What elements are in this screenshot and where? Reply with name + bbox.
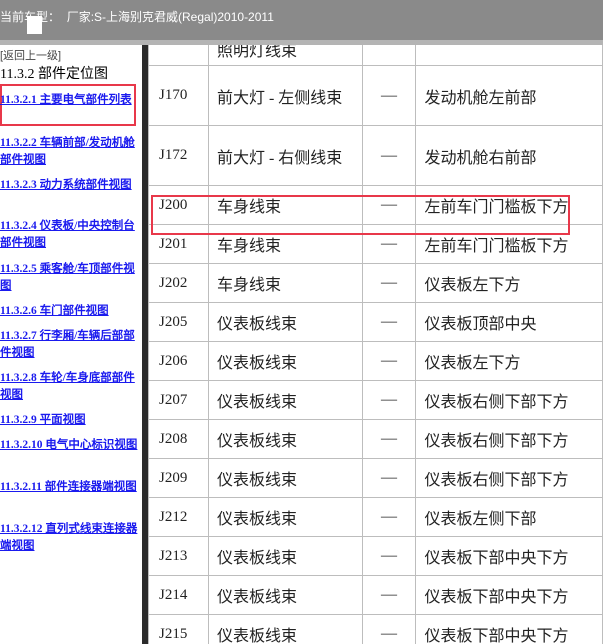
cell-location: 仪表板右侧下部下方 (415, 380, 603, 420)
cell-harness-name: 仪表板线束 (207, 302, 363, 342)
cell-connector-id: J201 (148, 224, 209, 264)
cell-harness-name: 仪表板线束 (207, 497, 363, 537)
table-row: J213 仪表板线束 — 仪表板下部中央下方 (148, 536, 603, 576)
cell-location: 仪表板右侧下部下方 (415, 419, 603, 459)
cell-connector-id (148, 45, 209, 66)
window-control-icon[interactable] (27, 16, 42, 34)
cell-connector-id: J214 (148, 575, 209, 615)
cell-option: — (361, 263, 417, 303)
cell-location: 仪表板下部中央下方 (415, 575, 603, 615)
cell-location: 仪表板左下方 (415, 341, 603, 381)
table-row: J214 仪表板线束 — 仪表板下部中央下方 (148, 575, 603, 615)
cell-location: 仪表板顶部中央 (415, 302, 603, 342)
cell-connector-id: J206 (148, 341, 209, 381)
cell-option: — (361, 497, 417, 537)
cell-option: — (361, 125, 417, 186)
cell-connector-id: J212 (148, 497, 209, 537)
cell-connector-id: J202 (148, 263, 209, 303)
cell-option: — (361, 380, 417, 420)
table-row: J205 仪表板线束 — 仪表板顶部中央 (148, 302, 603, 342)
table-row: J201 车身线束 — 左前车门门槛板下方 (148, 224, 603, 264)
sidebar-item-front-engine-view[interactable]: 11.3.2.2 车辆前部/发动机舱部件视图 (0, 135, 140, 169)
sidebar-item-powertrain-view[interactable]: 11.3.2.3 动力系统部件视图 (0, 177, 140, 194)
cell-connector-id: J213 (148, 536, 209, 576)
sidebar-item-plan-view[interactable]: 11.3.2.9 平面视图 (0, 412, 140, 429)
cell-harness-name: 车身线束 (207, 185, 363, 225)
sidebar-item-dashboard-console-view[interactable]: 11.3.2.4 仪表板/中央控制台部件视图 (0, 218, 140, 252)
sidebar-item-trunk-rear-view[interactable]: 11.3.2.7 行李厢/车辆后部部件视图 (0, 328, 140, 362)
cell-connector-id: J170 (148, 65, 209, 126)
parts-table: 照明灯线束 J170 前大灯 - 左侧线束 — 发动机舱左前部 J172 前大灯… (148, 45, 603, 644)
cell-harness-name: 仪表板线束 (207, 419, 363, 459)
cell-connector-id: J208 (148, 419, 209, 459)
table-row: J202 车身线束 — 仪表板左下方 (148, 263, 603, 303)
cell-harness-name: 仪表板线束 (207, 458, 363, 498)
table-row: J208 仪表板线束 — 仪表板右侧下部下方 (148, 419, 603, 459)
table-row: 照明灯线束 (148, 45, 603, 66)
cell-connector-id: J209 (148, 458, 209, 498)
cell-connector-id: J172 (148, 125, 209, 186)
cell-location: 发动机舱右前部 (415, 125, 603, 186)
cell-option: — (361, 302, 417, 342)
sidebar-item-connector-end-view[interactable]: 11.3.2.11 部件连接器端视图 (0, 479, 140, 496)
cell-location: 仪表板左侧下部 (415, 497, 603, 537)
cell-connector-id: J207 (148, 380, 209, 420)
cell-location: 左前车门门槛板下方 (415, 185, 603, 225)
cell-harness-name: 仪表板线束 (207, 614, 363, 644)
cell-connector-id: J200 (148, 185, 209, 225)
cell-location: 左前车门门槛板下方 (415, 224, 603, 264)
cell-option: — (361, 614, 417, 644)
table-row: J200 车身线束 — 左前车门门槛板下方 (148, 185, 603, 225)
sidebar-item-wheel-underbody-view[interactable]: 11.3.2.8 车轮/车身底部部件视图 (0, 370, 140, 404)
sidebar-item-electrical-center-view[interactable]: 11.3.2.10 电气中心标识视图 (0, 437, 140, 454)
cell-harness-name: 仪表板线束 (207, 575, 363, 615)
cell-option (361, 45, 417, 66)
table-row: J209 仪表板线束 — 仪表板右侧下部下方 (148, 458, 603, 498)
cell-option: — (361, 575, 417, 615)
table-row: J207 仪表板线束 — 仪表板右侧下部下方 (148, 380, 603, 420)
cell-option: — (361, 458, 417, 498)
main-content: 照明灯线束 J170 前大灯 - 左侧线束 — 发动机舱左前部 J172 前大灯… (148, 45, 603, 644)
table-row: J212 仪表板线束 — 仪表板左侧下部 (148, 497, 603, 537)
sidebar-item-inline-connector-view[interactable]: 11.3.2.12 直列式线束连接器端视图 (0, 521, 140, 555)
table-row: J206 仪表板线束 — 仪表板左下方 (148, 341, 603, 381)
cell-connector-id: J215 (148, 614, 209, 644)
table-row: J215 仪表板线束 — 仪表板下部中央下方 (148, 614, 603, 644)
sidebar-item-cabin-roof-view[interactable]: 11.3.2.5 乘客舱/车顶部件视图 (0, 261, 140, 295)
cell-harness-name: 前大灯 - 左侧线束 (207, 65, 363, 126)
cell-harness-name: 照明灯线束 (207, 45, 363, 66)
cell-harness-name: 仪表板线束 (207, 380, 363, 420)
app-window: 当前车型： 厂家:S-上海别克君威(Regal)2010-2011 [返回上一级… (0, 0, 603, 644)
sidebar-item-door-view[interactable]: 11.3.2.6 车门部件视图 (0, 303, 140, 320)
current-model-value: 厂家:S-上海别克君威(Regal)2010-2011 (66, 10, 274, 24)
cell-location: 仪表板左下方 (415, 263, 603, 303)
cell-option: — (361, 419, 417, 459)
cell-location: 仪表板下部中央下方 (415, 536, 603, 576)
cell-harness-name: 前大灯 - 右侧线束 (207, 125, 363, 186)
cell-option: — (361, 224, 417, 264)
sidebar-item-electrical-parts-list[interactable]: 11.3.2.1 主要电气部件列表 (0, 92, 140, 109)
cell-harness-name: 仪表板线束 (207, 536, 363, 576)
back-link[interactable]: [返回上一级] (0, 47, 61, 63)
cell-connector-id: J205 (148, 302, 209, 342)
cell-location: 仪表板右侧下部下方 (415, 458, 603, 498)
section-title: 11.3.2 部件定位图 (0, 67, 108, 82)
cell-option: — (361, 536, 417, 576)
cell-location (415, 45, 603, 66)
cell-harness-name: 车身线束 (207, 263, 363, 303)
cell-option: — (361, 185, 417, 225)
cell-location: 发动机舱左前部 (415, 65, 603, 126)
table-row: J170 前大灯 - 左侧线束 — 发动机舱左前部 (148, 65, 603, 126)
cell-option: — (361, 341, 417, 381)
cell-harness-name: 仪表板线束 (207, 341, 363, 381)
top-bar: 当前车型： 厂家:S-上海别克君威(Regal)2010-2011 (0, 0, 603, 40)
table-row: J172 前大灯 - 右侧线束 — 发动机舱右前部 (148, 125, 603, 186)
cell-option: — (361, 65, 417, 126)
sidebar: [返回上一级] 11.3.2 部件定位图 11.3.2.1 主要电气部件列表 1… (0, 45, 142, 644)
cell-location: 仪表板下部中央下方 (415, 614, 603, 644)
cell-harness-name: 车身线束 (207, 224, 363, 264)
